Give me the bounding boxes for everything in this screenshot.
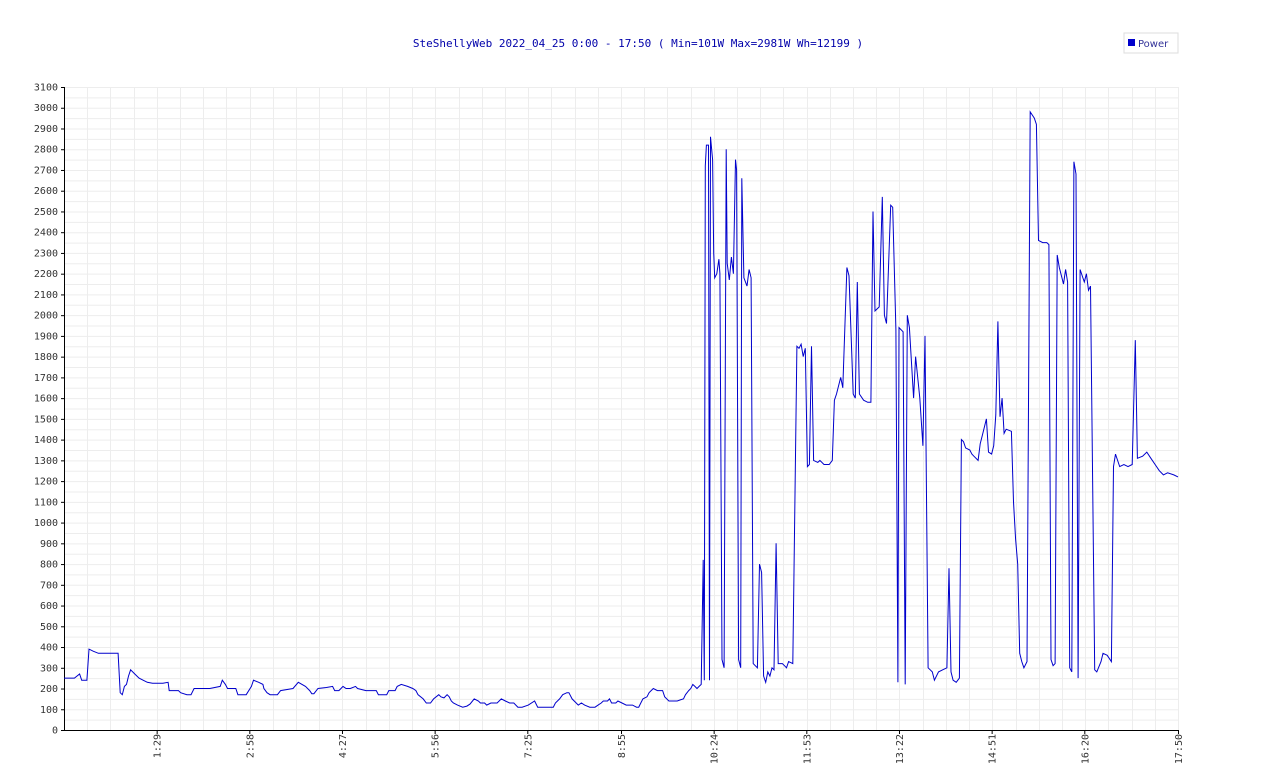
y-tick-label: 0 bbox=[52, 726, 58, 737]
x-tick-label: 2:58 bbox=[245, 734, 256, 758]
chart-title: SteShellyWeb 2022_04_25 0:00 - 17:50 ( M… bbox=[413, 37, 863, 50]
x-tick-label: 7:25 bbox=[523, 734, 534, 758]
y-tick-label: 3100 bbox=[34, 83, 58, 94]
legend-swatch bbox=[1128, 39, 1135, 46]
y-tick-label: 500 bbox=[40, 622, 58, 633]
grid-lines bbox=[64, 87, 1179, 731]
y-tick-label: 1300 bbox=[34, 456, 58, 467]
y-tick-label: 1000 bbox=[34, 518, 58, 529]
y-tick-label: 300 bbox=[40, 663, 58, 674]
y-tick-label: 900 bbox=[40, 539, 58, 550]
x-tick-label: 14:51 bbox=[988, 734, 999, 764]
y-tick-label: 2900 bbox=[34, 124, 58, 135]
y-tick-label: 700 bbox=[40, 580, 58, 591]
y-tick-label: 2600 bbox=[34, 186, 58, 197]
y-tick-label: 2300 bbox=[34, 248, 58, 259]
legend-label: Power bbox=[1138, 39, 1169, 50]
x-axis-ticks: 1:29 2:58 4:27 5:56 7:25 8:55 10:24 11:53 13:22 1… bbox=[153, 730, 1185, 764]
y-tick-label: 100 bbox=[40, 705, 58, 716]
y-tick-label: 2400 bbox=[34, 228, 58, 239]
y-tick-label: 1100 bbox=[34, 497, 58, 508]
y-tick-label: 2100 bbox=[34, 290, 58, 301]
legend: Power bbox=[1123, 32, 1179, 54]
y-tick-label: 800 bbox=[40, 560, 58, 571]
x-tick-label: 13:22 bbox=[895, 734, 906, 764]
y-tick-label: 3000 bbox=[34, 103, 58, 114]
y-tick-label: 200 bbox=[40, 684, 58, 695]
y-tick-label: 600 bbox=[40, 601, 58, 612]
y-tick-label: 2700 bbox=[34, 165, 58, 176]
power-chart: 0 100 200 300 400 500 600 700 800 900 1000 1100 1200… bbox=[34, 32, 1185, 764]
x-tick-label: 8:55 bbox=[617, 734, 628, 758]
x-tick-label: 1:29 bbox=[153, 734, 164, 758]
y-tick-label: 1800 bbox=[34, 352, 58, 363]
x-tick-label: 17:50 bbox=[1174, 734, 1185, 764]
y-tick-label: 2000 bbox=[34, 311, 58, 322]
y-tick-label: 2500 bbox=[34, 207, 58, 218]
y-tick-label: 400 bbox=[40, 643, 58, 654]
y-tick-label: 1600 bbox=[34, 394, 58, 405]
x-tick-label: 10:24 bbox=[710, 734, 721, 764]
x-tick-label: 4:27 bbox=[338, 734, 349, 758]
y-tick-label: 1500 bbox=[34, 414, 58, 425]
y-tick-label: 2200 bbox=[34, 269, 58, 280]
y-axis-ticks: 0 100 200 300 400 500 600 700 800 900 1000 1100 1200… bbox=[34, 83, 64, 737]
y-tick-label: 1200 bbox=[34, 477, 58, 488]
y-tick-label: 1400 bbox=[34, 435, 58, 446]
x-tick-label: 5:56 bbox=[431, 734, 442, 758]
x-tick-label: 11:53 bbox=[802, 734, 813, 764]
y-tick-label: 2800 bbox=[34, 145, 58, 156]
y-tick-label: 1900 bbox=[34, 331, 58, 342]
y-tick-label: 1700 bbox=[34, 373, 58, 384]
x-tick-label: 16:20 bbox=[1080, 734, 1091, 764]
